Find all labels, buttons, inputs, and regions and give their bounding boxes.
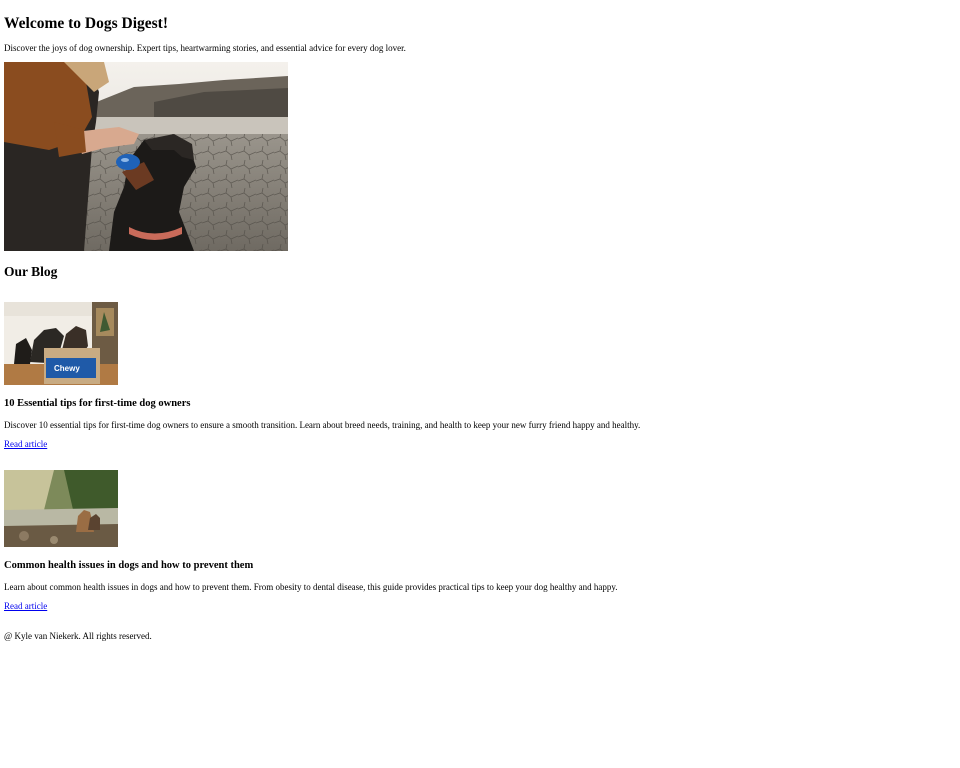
post-title: 10 Essential tips for first-time dog own… xyxy=(4,398,191,409)
post-thumbnail xyxy=(4,470,118,547)
read-article-link[interactable]: Read article xyxy=(4,600,47,612)
page: Welcome to Dogs Digest! Discover the joy… xyxy=(0,0,960,768)
post-thumbnail: Chewy xyxy=(4,302,118,385)
hero-title: Welcome to Dogs Digest! xyxy=(4,15,168,32)
hero-image xyxy=(4,62,288,251)
post-title: Common health issues in dogs and how to … xyxy=(4,560,254,571)
chewy-logo: Chewy xyxy=(54,364,80,373)
read-article-link[interactable]: Read article xyxy=(4,438,47,450)
post-excerpt: Discover 10 essential tips for first-tim… xyxy=(4,420,641,430)
blog-section-title: Our Blog xyxy=(4,264,58,279)
post-excerpt: Learn about common health issues in dogs… xyxy=(4,582,618,592)
footer-copyright: @ Kyle van Niekerk. All rights reserved. xyxy=(4,631,152,641)
hero-description: Discover the joys of dog ownership. Expe… xyxy=(4,43,406,53)
